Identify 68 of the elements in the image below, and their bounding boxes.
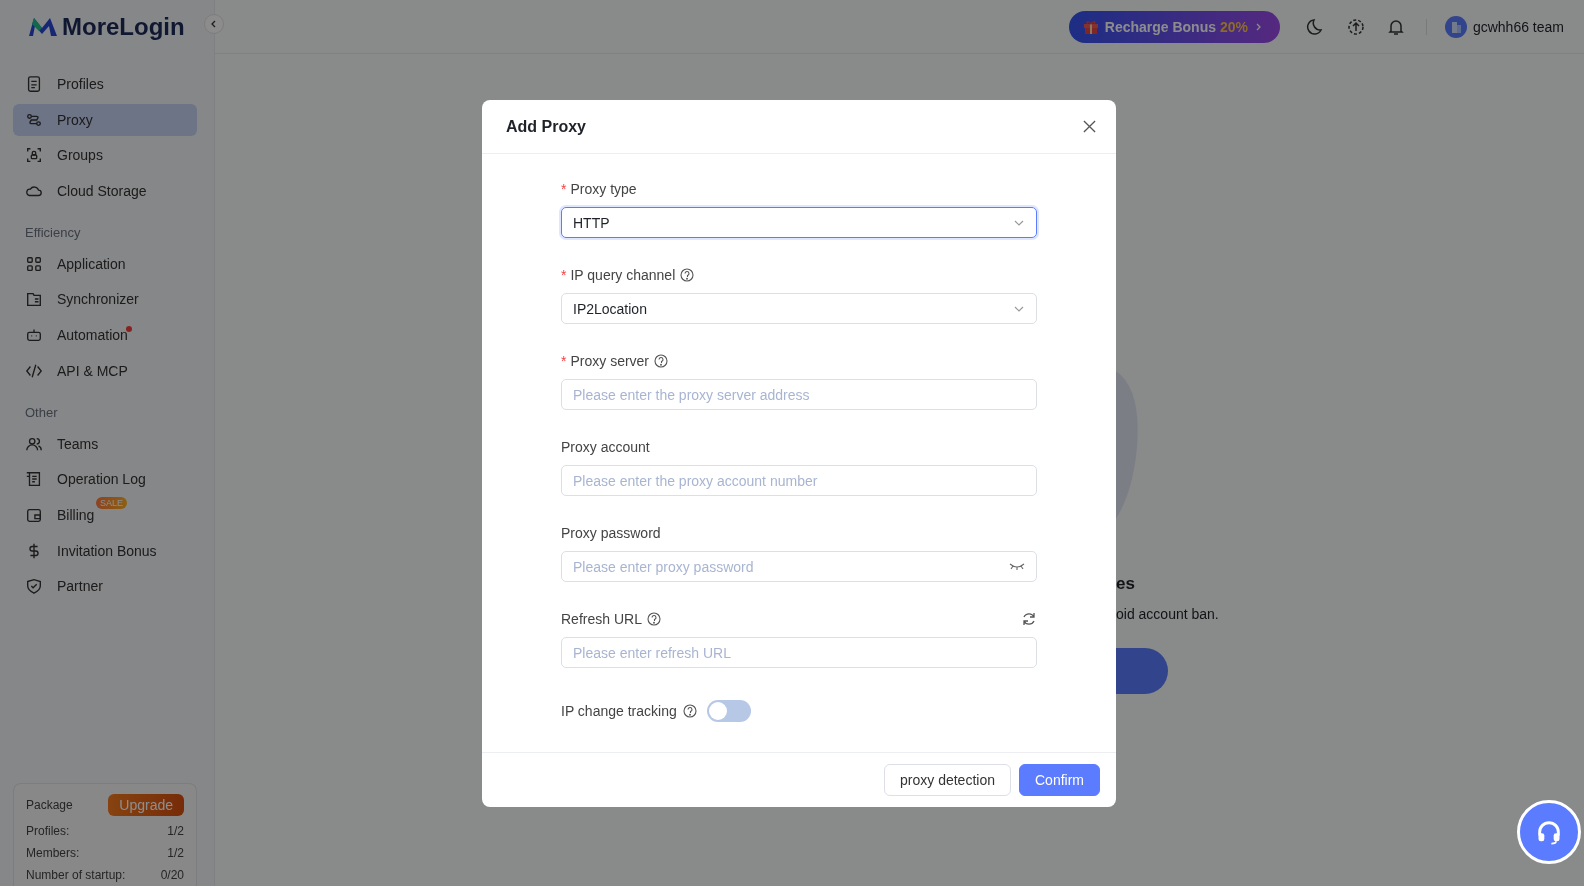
- input-field[interactable]: Please enter the proxy account number: [561, 465, 1037, 496]
- nav-icon: [25, 290, 43, 309]
- required-mark: *: [561, 181, 567, 197]
- required-mark: *: [561, 267, 567, 283]
- avatar-icon[interactable]: [1444, 15, 1467, 38]
- detection-button[interactable]: proxy detection: [884, 764, 1011, 796]
- gift-icon: [1082, 18, 1099, 35]
- help-icon[interactable]: [682, 704, 697, 718]
- confirm-button[interactable]: Confirm: [1019, 764, 1100, 796]
- field-label: Proxy account: [561, 439, 650, 455]
- quota-label: Number of startup:: [26, 868, 126, 882]
- section-title: Other: [24, 403, 59, 422]
- sidebar-item[interactable]: Automation: [13, 319, 197, 352]
- input-field[interactable]: Please enter refresh URL: [561, 637, 1037, 668]
- sidebar-item[interactable]: API & MCP: [13, 354, 197, 387]
- sidebar-item[interactable]: Billing SALE: [13, 498, 197, 531]
- sidebar-item[interactable]: Invitation Bonus: [13, 534, 197, 567]
- team-name[interactable]: gcwhh66 team: [1472, 18, 1564, 35]
- empty-state-title: es: [1116, 574, 1135, 594]
- help-icon[interactable]: [646, 612, 661, 626]
- help-icon[interactable]: [680, 268, 695, 282]
- input-field[interactable]: Please enter the proxy server address: [561, 379, 1037, 410]
- dropdown[interactable]: HTTP: [561, 207, 1037, 238]
- brand-name: MoreLogin: [62, 13, 185, 41]
- sidebar-item[interactable]: Cloud Storage: [13, 175, 197, 208]
- quota-value: 0/20: [160, 868, 184, 882]
- upload-icon[interactable]: [1345, 16, 1366, 37]
- sidebar-item[interactable]: Application: [13, 247, 197, 280]
- field-label: Proxy server: [570, 353, 650, 369]
- quota-label: Members:: [26, 846, 80, 860]
- dialog-title: Add Proxy: [506, 117, 586, 136]
- quota-value: 1/2: [167, 824, 184, 838]
- eye-closed-icon[interactable]: [1009, 561, 1025, 571]
- upgrade-button[interactable]: Upgrade: [108, 794, 184, 816]
- field-label: Proxy type: [570, 181, 637, 197]
- toggle-switch[interactable]: [706, 700, 751, 722]
- field-label: Refresh URL: [561, 611, 642, 627]
- sidebar-item[interactable]: Operation Log: [13, 463, 197, 496]
- section-title: Efficiency: [24, 223, 82, 242]
- sidebar-item[interactable]: Teams: [13, 427, 197, 460]
- sidebar-item[interactable]: Partner: [13, 570, 197, 603]
- dropdown[interactable]: IP2Location: [561, 293, 1037, 324]
- password-field[interactable]: Please enter proxy password: [561, 551, 1037, 582]
- empty-state-text: oid account ban.: [1116, 606, 1219, 622]
- nav-icon: [25, 254, 43, 273]
- headset-icon: [1535, 818, 1563, 846]
- nav-icon: [25, 146, 43, 165]
- help-icon[interactable]: [654, 354, 669, 368]
- sidebar-item[interactable]: Groups: [13, 139, 197, 172]
- sale-badge: SALE: [96, 496, 127, 509]
- sidebar-item[interactable]: Synchronizer: [13, 283, 197, 316]
- field-label: IP change tracking: [561, 703, 677, 719]
- logo-icon: [28, 16, 58, 38]
- nav-icon: [25, 577, 43, 596]
- field-label: IP query channel: [570, 267, 676, 283]
- field-label: Proxy password: [561, 525, 661, 541]
- nav-icon: [25, 75, 43, 93]
- nav-icon: [25, 470, 43, 489]
- recharge-bonus-button[interactable]: Recharge Bonus 20%: [1068, 10, 1280, 43]
- package-label: Package: [26, 798, 73, 812]
- sidebar-item[interactable]: Profiles: [13, 68, 197, 100]
- close-icon[interactable]: [1083, 120, 1096, 133]
- quota-value: 1/2: [167, 846, 184, 860]
- sidebar-item[interactable]: Proxy: [13, 103, 197, 136]
- refresh-icon[interactable]: [1021, 611, 1037, 627]
- required-mark: *: [561, 353, 567, 369]
- notification-dot: [126, 326, 132, 333]
- quota-label: Profiles:: [26, 824, 70, 838]
